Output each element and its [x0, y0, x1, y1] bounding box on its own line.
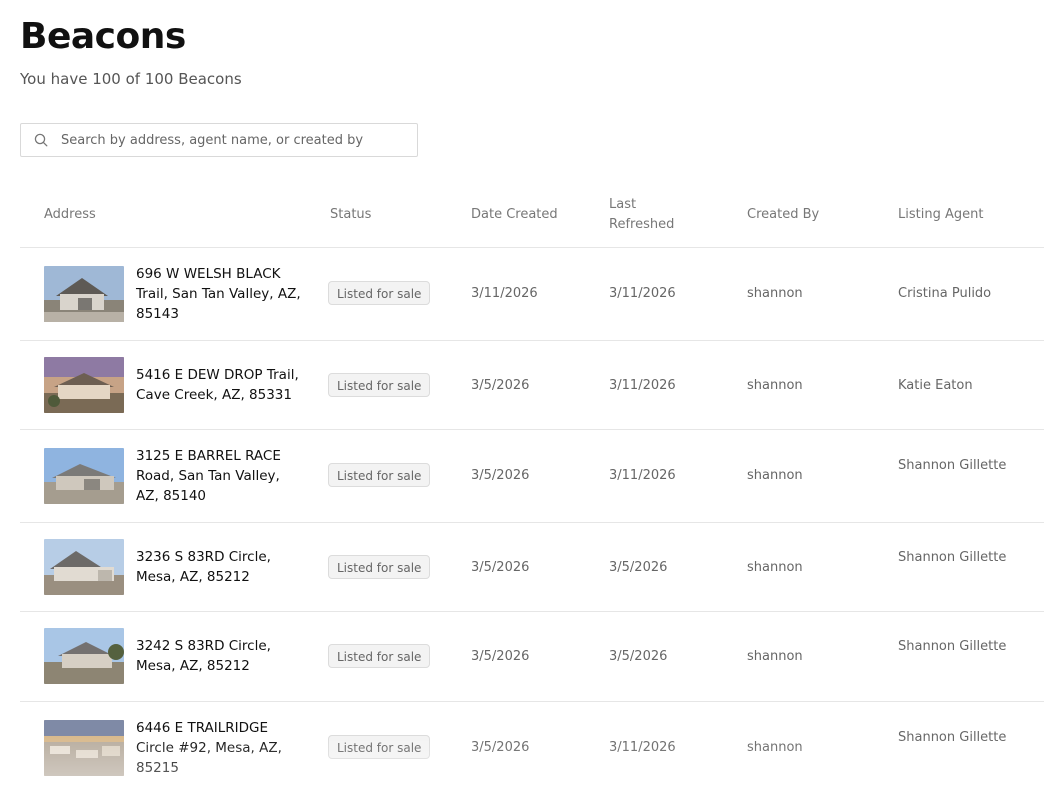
search-box[interactable]	[20, 123, 418, 157]
table-row[interactable]: 3125 E BARREL RACE Road, San Tan Valley,…	[20, 430, 1044, 523]
listing-agent-cell: Shannon Gillette	[898, 730, 1007, 745]
column-header-date-created[interactable]: Date Created	[471, 205, 558, 225]
created-by-cell: shannon	[747, 649, 803, 664]
status-badge: Listed for sale	[328, 463, 431, 487]
status-badge: Listed for sale	[328, 644, 431, 668]
property-photo	[44, 628, 124, 684]
date-created-cell: 3/5/2026	[471, 740, 530, 755]
table-row[interactable]: 6446 E TRAILRIDGE Circle #92, Mesa, AZ, …	[20, 702, 1044, 794]
property-photo	[44, 266, 124, 322]
created-by-cell: shannon	[747, 560, 803, 575]
listing-agent-cell: Shannon Gillette	[898, 550, 1007, 565]
date-created-cell: 3/5/2026	[471, 649, 530, 664]
column-header-listing-agent[interactable]: Listing Agent	[898, 205, 983, 225]
status-badge: Listed for sale	[328, 373, 431, 397]
last-refreshed-cell: 3/11/2026	[609, 378, 676, 393]
table-header: Address Status Date Created Last Refresh…	[20, 182, 1044, 248]
listing-agent-cell: Shannon Gillette	[898, 458, 1007, 473]
address-text[interactable]: 3236 S 83RD Circle, Mesa, AZ, 85212	[136, 547, 306, 587]
last-refreshed-cell: 3/11/2026	[609, 286, 676, 301]
listing-agent-cell: Shannon Gillette	[898, 639, 1007, 654]
property-photo	[44, 539, 124, 595]
created-by-cell: shannon	[747, 468, 803, 483]
listing-agent-cell: Cristina Pulido	[898, 286, 992, 301]
address-text[interactable]: 6446 E TRAILRIDGE Circle #92, Mesa, AZ, …	[136, 718, 306, 778]
table-row[interactable]: 5416 E DEW DROP Trail, Cave Creek, AZ, 8…	[20, 341, 1044, 430]
address-text[interactable]: 3125 E BARREL RACE Road, San Tan Valley,…	[136, 446, 306, 506]
date-created-cell: 3/11/2026	[471, 286, 538, 301]
date-created-cell: 3/5/2026	[471, 560, 530, 575]
created-by-cell: shannon	[747, 378, 803, 393]
listing-agent-cell: Katie Eaton	[898, 378, 973, 393]
table-row[interactable]: 3242 S 83RD Circle, Mesa, AZ, 85212 List…	[20, 612, 1044, 702]
table-row[interactable]: 696 W WELSH BLACK Trail, San Tan Valley,…	[20, 248, 1044, 341]
search-input[interactable]	[61, 132, 401, 148]
status-badge: Listed for sale	[328, 281, 431, 305]
property-photo	[44, 720, 124, 776]
beacon-count-text: You have 100 of 100 Beacons	[20, 70, 242, 88]
date-created-cell: 3/5/2026	[471, 378, 530, 393]
status-badge: Listed for sale	[328, 735, 431, 759]
last-refreshed-cell: 3/5/2026	[609, 649, 668, 664]
table-row[interactable]: 3236 S 83RD Circle, Mesa, AZ, 85212 List…	[20, 523, 1044, 612]
last-refreshed-cell: 3/5/2026	[609, 560, 668, 575]
page-title: Beacons	[20, 16, 186, 57]
property-photo	[44, 448, 124, 504]
property-photo	[44, 357, 124, 413]
column-header-created-by[interactable]: Created By	[747, 205, 819, 225]
last-refreshed-cell: 3/11/2026	[609, 468, 676, 483]
date-created-cell: 3/5/2026	[471, 468, 530, 483]
column-header-status[interactable]: Status	[330, 205, 371, 225]
address-text[interactable]: 5416 E DEW DROP Trail, Cave Creek, AZ, 8…	[136, 365, 306, 405]
search-icon	[21, 133, 61, 147]
created-by-cell: shannon	[747, 286, 803, 301]
beacons-table: Address Status Date Created Last Refresh…	[20, 182, 1044, 794]
address-text[interactable]: 696 W WELSH BLACK Trail, San Tan Valley,…	[136, 264, 306, 324]
status-badge: Listed for sale	[328, 555, 431, 579]
created-by-cell: shannon	[747, 740, 803, 755]
address-text[interactable]: 3242 S 83RD Circle, Mesa, AZ, 85212	[136, 636, 306, 676]
column-header-last-refreshed[interactable]: Last Refreshed	[609, 195, 689, 235]
last-refreshed-cell: 3/11/2026	[609, 740, 676, 755]
column-header-address[interactable]: Address	[44, 205, 96, 225]
